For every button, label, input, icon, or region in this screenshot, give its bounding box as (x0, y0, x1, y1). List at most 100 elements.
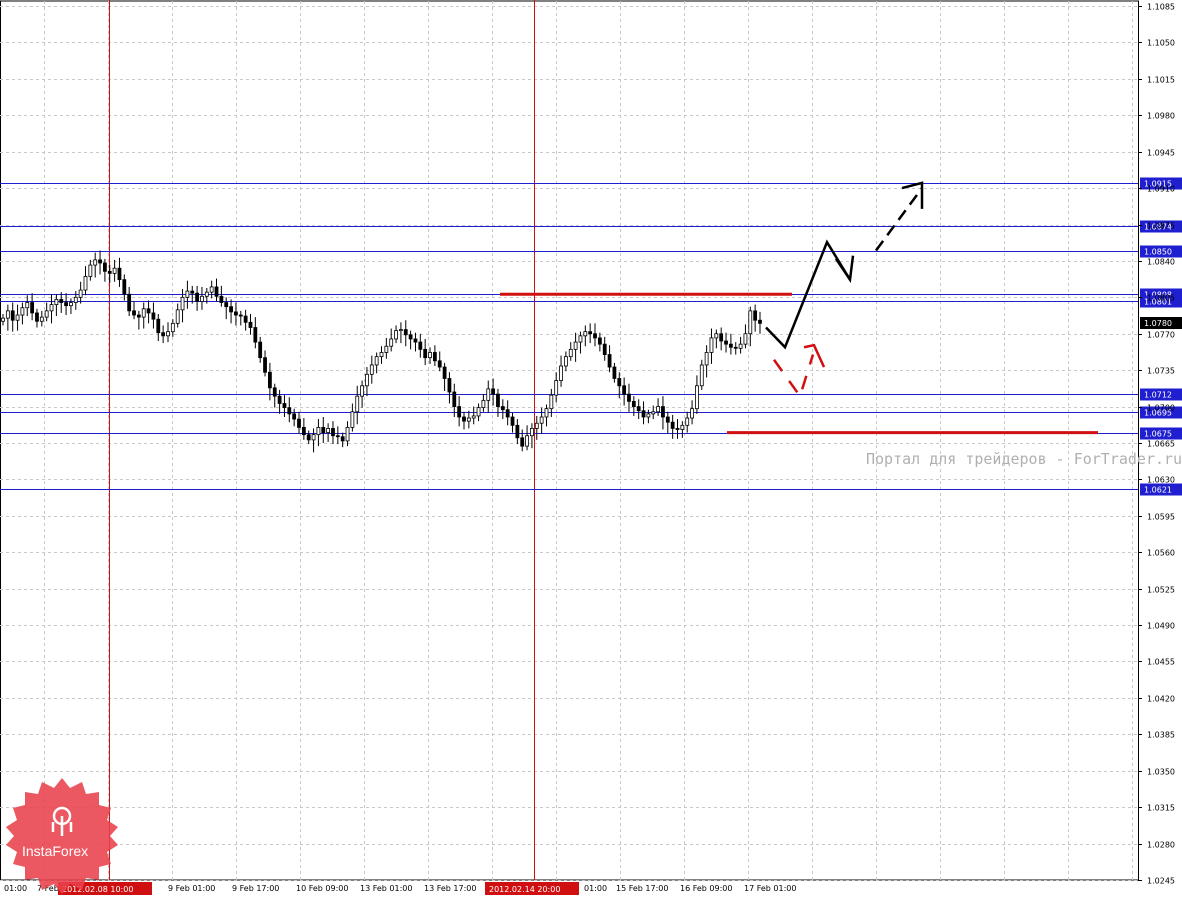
candle-body (311, 434, 316, 441)
logo-text: InstaForex (22, 843, 89, 859)
candle-body (229, 306, 233, 313)
candle-body (539, 416, 544, 424)
candle-body (103, 262, 107, 272)
candle-body (462, 416, 466, 422)
candle (704, 345, 709, 378)
candle-body (78, 289, 83, 298)
candle-body (136, 314, 141, 318)
level-label: 1.0621 (1144, 486, 1172, 495)
y-tick-label: 1.0455 (1147, 658, 1175, 667)
candle-body (656, 406, 660, 413)
candle-body (238, 314, 243, 317)
candle (301, 418, 306, 440)
forecast-path-dashed (874, 187, 924, 252)
candle-body (627, 393, 631, 402)
candle-body (563, 356, 568, 367)
candle-body (709, 337, 714, 353)
candle (340, 432, 345, 448)
candle-body (466, 417, 471, 422)
candle-body (73, 296, 78, 303)
forecast-arrowhead-red (803, 343, 826, 368)
x-tick-label: 13 Feb 01:00 (360, 884, 412, 893)
candle-body (253, 327, 258, 343)
candle (117, 257, 122, 287)
candle (195, 285, 200, 311)
candle-body (384, 345, 389, 353)
candle (466, 410, 471, 429)
chart-grid (0, 0, 1139, 881)
candle-body (200, 295, 204, 302)
candle (539, 407, 544, 434)
candle-body (680, 424, 685, 430)
candle (748, 306, 753, 347)
candle (103, 258, 107, 282)
candle-body (452, 391, 457, 407)
candle-body (243, 315, 248, 323)
candle-body (112, 267, 117, 274)
y-tick-label: 1.0490 (1147, 622, 1175, 631)
candle-body (316, 426, 321, 436)
candle-body (738, 343, 743, 349)
watermark-text: Портал для трейдеров - ForTrader.ru (866, 450, 1182, 468)
candle (413, 332, 418, 352)
candle-body (122, 279, 127, 295)
candle (112, 259, 117, 282)
x-tick-label: 9 Feb 17:00 (232, 884, 279, 893)
candle (360, 380, 364, 408)
y-tick-label: 1.0315 (1147, 804, 1175, 813)
candle-body (728, 343, 733, 348)
candle (335, 426, 340, 445)
candle (680, 421, 685, 438)
candle (253, 317, 258, 349)
candle (122, 274, 127, 301)
candle (641, 401, 646, 425)
candle (510, 412, 515, 433)
candle (690, 400, 694, 425)
candle-body (93, 259, 98, 266)
candle-body (568, 348, 573, 358)
candle-body (44, 310, 49, 318)
y-tick-label: 1.0840 (1147, 258, 1175, 267)
candle-body (724, 340, 728, 345)
candle-body (413, 338, 418, 343)
candle (554, 372, 559, 403)
candle (457, 396, 462, 427)
candle (447, 372, 452, 404)
candle-body (1, 317, 5, 322)
candle (238, 310, 243, 326)
candle (714, 329, 719, 349)
y-tick-label: 1.0560 (1147, 549, 1175, 558)
candle (83, 266, 88, 296)
forecast-path-red (772, 354, 815, 399)
candle (743, 324, 748, 349)
y-tick-label: 1.0735 (1147, 367, 1175, 376)
current-price-label: 1.0780 (1144, 319, 1172, 328)
candle (374, 352, 379, 374)
candle-body (559, 365, 563, 381)
candle (1, 313, 5, 326)
candle (656, 398, 660, 416)
candle-body (520, 437, 525, 447)
candle-body (491, 388, 496, 395)
price-chart: 1.09151.08741.08501.08081.08011.07121.06… (0, 0, 1182, 895)
candle-body (98, 259, 102, 264)
candle (500, 399, 505, 420)
candle-body (306, 434, 311, 441)
candle-body (544, 408, 549, 418)
candle (209, 280, 214, 299)
candle-body (59, 299, 64, 303)
candle (583, 325, 588, 347)
candle (248, 313, 253, 335)
candle (39, 310, 44, 327)
candle-body (622, 385, 627, 395)
candle-body (141, 308, 146, 318)
plot-frame (0, 0, 1139, 881)
candle-body (607, 354, 612, 368)
candle (287, 397, 292, 423)
x-tick-label: 01:00 (584, 884, 607, 893)
y-tick-label: 1.0700 (1147, 404, 1175, 413)
x-tick-label: 17 Feb 01:00 (744, 884, 796, 893)
candle-body (10, 310, 15, 321)
candle (44, 302, 49, 322)
candle-body (646, 413, 651, 418)
